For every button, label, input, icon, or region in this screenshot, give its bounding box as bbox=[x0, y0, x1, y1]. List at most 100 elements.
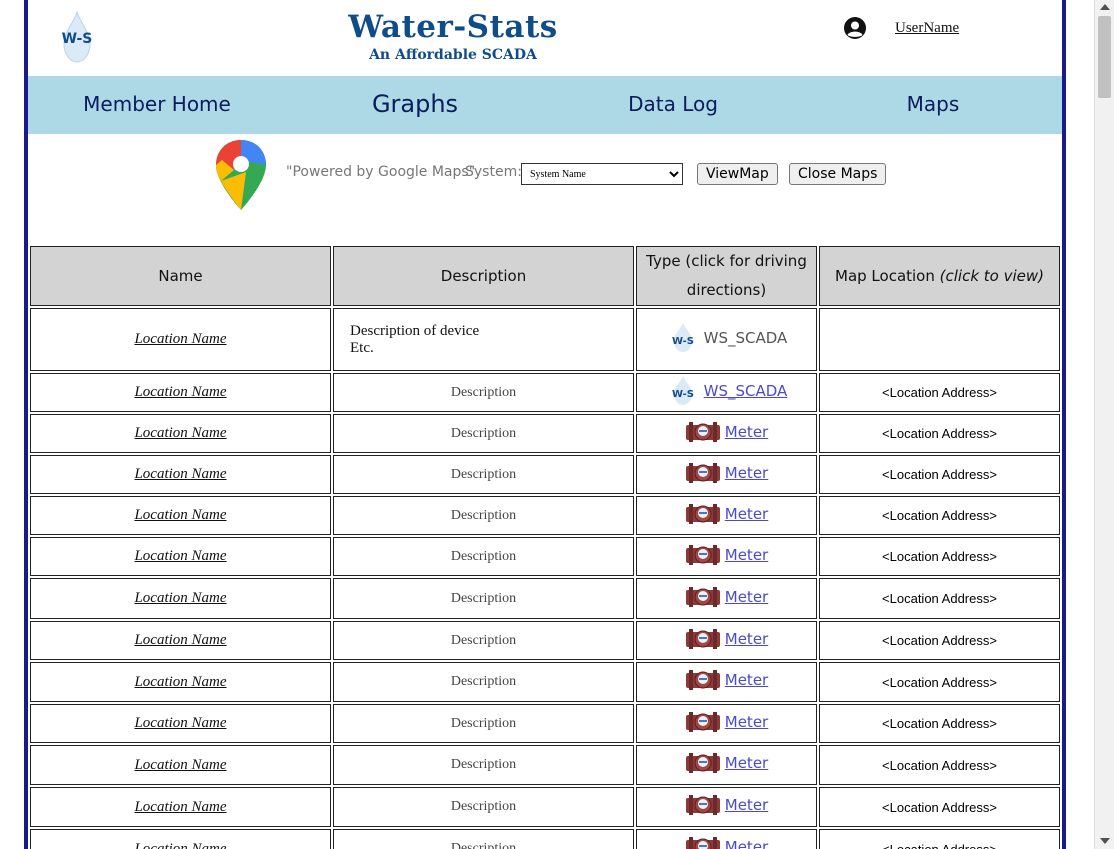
header-map-location-text: Map Location bbox=[835, 266, 940, 285]
driving-directions-link[interactable]: Meter bbox=[725, 505, 768, 523]
username-link[interactable]: UserName bbox=[895, 20, 959, 37]
type-cell: Meter bbox=[636, 455, 817, 494]
ws-scada-icon: W-S bbox=[672, 375, 694, 405]
view-map-button[interactable]: ViewMap bbox=[697, 163, 778, 185]
table-row: Location Name Description Meter <Location A… bbox=[30, 787, 1060, 827]
driving-directions-link[interactable]: Meter bbox=[725, 546, 768, 564]
driving-directions-link[interactable]: Meter bbox=[725, 464, 768, 482]
meter-icon bbox=[685, 753, 720, 773]
table-row: Location Name Description Meter <Location A… bbox=[30, 745, 1060, 785]
nav-data-log[interactable]: Data Log bbox=[544, 76, 802, 134]
type-cell: Meter bbox=[636, 662, 817, 702]
driving-directions-link[interactable]: Meter bbox=[725, 671, 768, 689]
location-address[interactable]: <Location Address> bbox=[819, 455, 1060, 494]
driving-directions-link[interactable]: WS_SCADA bbox=[704, 382, 788, 400]
location-name-link[interactable]: Location Name bbox=[30, 455, 331, 494]
location-address[interactable]: <Location Address> bbox=[819, 829, 1060, 849]
location-address[interactable]: <Location Address> bbox=[819, 373, 1060, 412]
device-description: Description bbox=[333, 704, 634, 743]
location-name-link[interactable]: Location Name bbox=[30, 621, 331, 660]
location-address[interactable]: <Location Address> bbox=[819, 745, 1060, 785]
driving-directions-link[interactable]: Meter bbox=[725, 796, 768, 814]
type-cell: Meter bbox=[636, 414, 817, 453]
type-label: WS_SCADA bbox=[703, 328, 788, 347]
driving-directions-link[interactable]: Meter bbox=[725, 423, 768, 441]
header-name: Name bbox=[30, 246, 331, 306]
type-cell: Meter bbox=[636, 787, 817, 827]
ws-scada-icon: W-S bbox=[672, 322, 694, 352]
meter-icon bbox=[685, 837, 720, 849]
location-name-link[interactable]: Location Name bbox=[30, 578, 331, 619]
type-cell: Meter bbox=[636, 578, 817, 619]
driving-directions-link[interactable]: Meter bbox=[725, 630, 768, 648]
driving-directions-link[interactable]: Meter bbox=[725, 754, 768, 772]
ws-drop-logo-icon[interactable]: W-S bbox=[56, 10, 98, 64]
device-description: Description bbox=[333, 787, 634, 827]
meter-icon bbox=[685, 628, 720, 649]
meter-icon bbox=[685, 503, 720, 524]
logo-text: W-S bbox=[62, 31, 93, 47]
location-name-link[interactable]: Location Name bbox=[30, 704, 331, 743]
location-address[interactable]: <Location Address> bbox=[819, 621, 1060, 660]
site-subtitle: An Affordable SCADA bbox=[369, 47, 537, 63]
nav-member-home[interactable]: Member Home bbox=[28, 76, 286, 134]
table-header-row: Name Description Type (click for driving… bbox=[30, 246, 1060, 306]
scroll-down-arrow-icon[interactable] bbox=[1100, 838, 1110, 844]
type-cell: Meter bbox=[636, 537, 817, 576]
location-name-link[interactable]: Location Name bbox=[30, 373, 331, 412]
location-address[interactable]: <Location Address> bbox=[819, 414, 1060, 453]
table-row: Location Name Description Meter <Location A… bbox=[30, 496, 1060, 535]
system-label: System: bbox=[465, 164, 522, 180]
location-name-link[interactable]: Location Name bbox=[30, 496, 331, 535]
driving-directions-link[interactable]: Meter bbox=[725, 588, 768, 606]
type-cell: W-S WS_SCADA bbox=[636, 308, 817, 371]
header-map-location-hint: (click to view) bbox=[939, 266, 1044, 285]
scrollbar-thumb[interactable] bbox=[1098, 16, 1111, 98]
nav-graphs[interactable]: Graphs bbox=[286, 76, 544, 134]
device-description-line: Etc. bbox=[350, 339, 374, 356]
user-avatar-icon[interactable] bbox=[844, 17, 866, 39]
system-select[interactable]: System Name bbox=[521, 163, 683, 185]
driving-directions-link[interactable]: Meter bbox=[725, 838, 768, 849]
ws-scada-icon-text: W-S bbox=[672, 336, 694, 347]
location-address[interactable]: <Location Address> bbox=[819, 496, 1060, 535]
location-address[interactable]: <Location Address> bbox=[819, 787, 1060, 827]
location-name-link[interactable]: Location Name bbox=[30, 537, 331, 576]
meter-icon bbox=[685, 670, 720, 690]
device-description: Description bbox=[333, 745, 634, 785]
meter-icon bbox=[685, 586, 720, 607]
meter-icon bbox=[685, 462, 720, 483]
location-name-link[interactable]: Location Name bbox=[30, 662, 331, 702]
ws-scada-icon-text: W-S bbox=[672, 389, 694, 400]
location-name-link[interactable]: Location Name bbox=[30, 414, 331, 453]
table-row: Location Name Description Meter <Location A… bbox=[30, 829, 1060, 849]
device-description: Description bbox=[333, 662, 634, 702]
type-cell: Meter bbox=[636, 496, 817, 535]
device-description-line: Description of device bbox=[350, 322, 480, 339]
device-description: Description bbox=[333, 621, 634, 660]
type-cell: W-S WS_SCADA bbox=[636, 373, 817, 412]
location-address[interactable]: <Location Address> bbox=[819, 704, 1060, 743]
page-frame: W-S Water-Stats An Affordable SCADA User… bbox=[24, 0, 1066, 849]
table-row: Location Name Description Meter <Location A… bbox=[30, 621, 1060, 660]
brand-block: Water-Stats An Affordable SCADA bbox=[328, 8, 578, 64]
location-address[interactable]: <Location Address> bbox=[819, 537, 1060, 576]
device-description: Description bbox=[333, 537, 634, 576]
scroll-up-arrow-icon[interactable] bbox=[1100, 4, 1110, 10]
driving-directions-link[interactable]: Meter bbox=[725, 713, 768, 731]
location-address[interactable]: <Location Address> bbox=[819, 578, 1060, 619]
device-description: Description bbox=[333, 496, 634, 535]
type-cell: Meter bbox=[636, 621, 817, 660]
table-row: Location Name Description W-S WS_SCADA <Loca… bbox=[30, 373, 1060, 412]
header-type: Type (click for driving directions) bbox=[636, 246, 817, 306]
type-cell: Meter bbox=[636, 704, 817, 743]
location-address[interactable]: <Location Address> bbox=[819, 662, 1060, 702]
location-address[interactable] bbox=[819, 308, 1060, 371]
location-name-link[interactable]: Location Name bbox=[30, 308, 331, 371]
close-maps-button[interactable]: Close Maps bbox=[789, 163, 887, 185]
location-name-link[interactable]: Location Name bbox=[30, 829, 331, 849]
nav-maps[interactable]: Maps bbox=[804, 76, 1062, 134]
vertical-scrollbar[interactable] bbox=[1094, 0, 1114, 849]
location-name-link[interactable]: Location Name bbox=[30, 787, 331, 827]
location-name-link[interactable]: Location Name bbox=[30, 745, 331, 785]
